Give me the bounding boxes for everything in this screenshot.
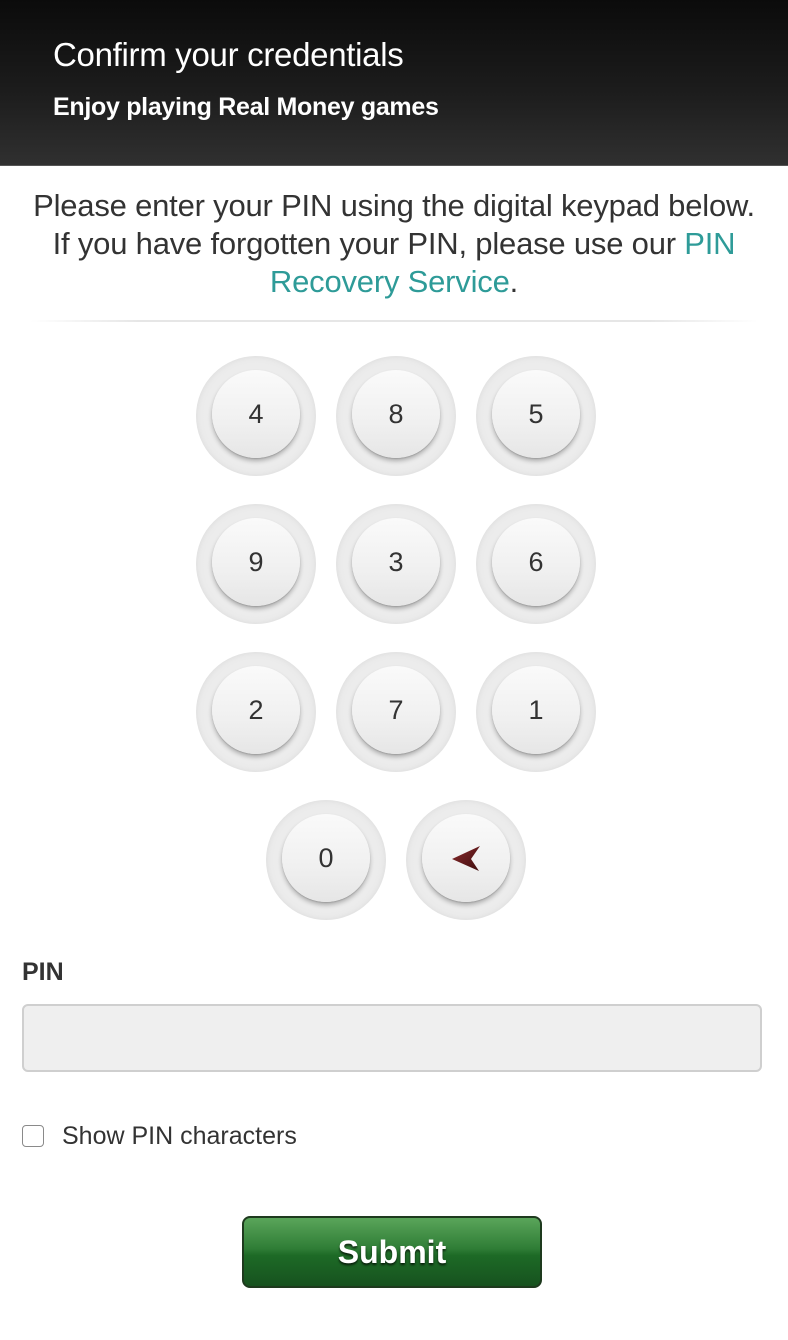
- page-subtitle: Enjoy playing Real Money games: [53, 93, 439, 121]
- keypad-key-label: 6: [492, 518, 580, 606]
- submit-button[interactable]: Submit: [242, 1216, 542, 1288]
- keypad-key-label: 8: [352, 370, 440, 458]
- keypad-key-label: 7: [352, 666, 440, 754]
- keypad-key-label: 0: [282, 814, 370, 902]
- keypad-key-label: 1: [492, 666, 580, 754]
- instructions-text: Please enter your PIN using the digital …: [30, 187, 758, 301]
- show-pin-checkbox[interactable]: [22, 1125, 44, 1147]
- keypad-key-8[interactable]: 8: [336, 356, 456, 476]
- keypad-key-4[interactable]: 4: [196, 356, 316, 476]
- backspace-arrow-icon: [452, 846, 480, 871]
- keypad-key-9[interactable]: 9: [196, 504, 316, 624]
- keypad-key-0[interactable]: 0: [266, 800, 386, 920]
- keypad-key-2[interactable]: 2: [196, 652, 316, 772]
- keypad-key-label: 4: [212, 370, 300, 458]
- header-bar: Confirm your credentials Enjoy playing R…: [0, 0, 788, 166]
- keypad-key-1[interactable]: 1: [476, 652, 596, 772]
- divider: [30, 320, 758, 322]
- keypad-key-label: 2: [212, 666, 300, 754]
- keypad-key-5[interactable]: 5: [476, 356, 596, 476]
- pin-entry-page: Confirm your credentials Enjoy playing R…: [0, 0, 788, 1340]
- keypad-key-6[interactable]: 6: [476, 504, 596, 624]
- instructions-tail: .: [509, 264, 519, 299]
- instructions-lead: Please enter your PIN using the digital …: [33, 188, 755, 261]
- backspace-key-face: [422, 814, 510, 902]
- page-title: Confirm your credentials: [53, 36, 404, 73]
- pin-input[interactable]: [22, 1004, 762, 1072]
- keypad-key-label: 3: [352, 518, 440, 606]
- pin-field-label: PIN: [22, 958, 64, 986]
- keypad-backspace-button[interactable]: [406, 800, 526, 920]
- keypad-key-7[interactable]: 7: [336, 652, 456, 772]
- keypad-key-label: 5: [492, 370, 580, 458]
- keypad-key-label: 9: [212, 518, 300, 606]
- keypad-key-3[interactable]: 3: [336, 504, 456, 624]
- show-pin-label: Show PIN characters: [62, 1121, 297, 1150]
- show-pin-toggle[interactable]: Show PIN characters: [22, 1120, 297, 1152]
